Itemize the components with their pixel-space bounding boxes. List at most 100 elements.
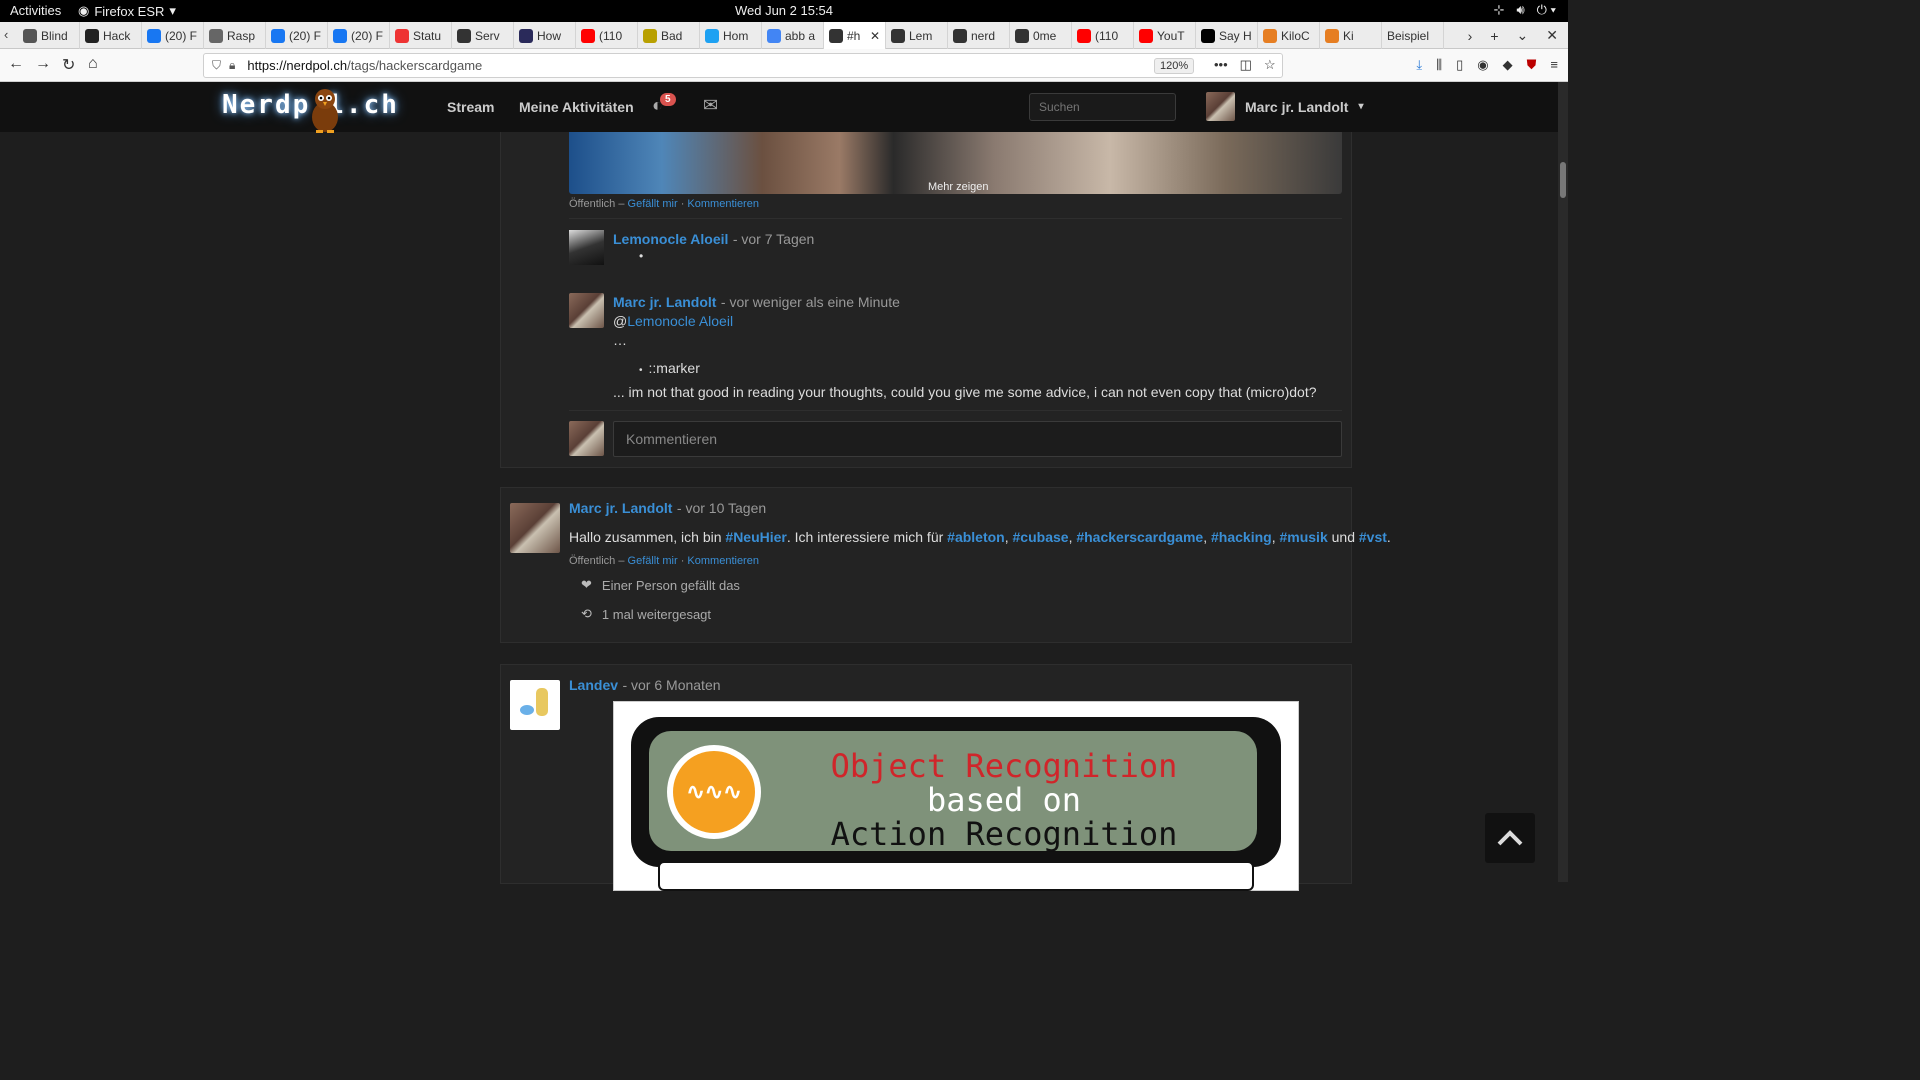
shield-icon[interactable]: ⛉ (212, 58, 221, 73)
home-icon[interactable]: ⌂ (88, 55, 98, 73)
comment-time[interactable]: - vor 7 Tagen (733, 231, 814, 247)
bookmark-star-icon[interactable]: ☆ (1264, 57, 1276, 73)
close-tab-icon[interactable]: ✕ (870, 29, 880, 43)
nav-stream[interactable]: Stream (447, 99, 494, 115)
tab-scroll-left-icon[interactable]: ‹ (4, 27, 8, 42)
zoom-level[interactable]: 120% (1154, 58, 1195, 74)
url-path: /tags/hackerscardgame (347, 58, 483, 73)
browser-tab[interactable]: nerd (948, 22, 1010, 49)
chevron-up-icon (1497, 830, 1523, 846)
tab-label: Serv (475, 28, 500, 43)
comment-link[interactable]: Kommentieren (687, 555, 759, 567)
browser-tab[interactable]: Say H (1196, 22, 1258, 49)
app-name: Firefox ESR (94, 3, 165, 19)
hashtag-link[interactable]: #hackerscardgame (1076, 529, 1203, 545)
show-more-link[interactable]: Mehr zeigen (928, 181, 989, 193)
browser-tab[interactable]: KiloC (1258, 22, 1320, 49)
user-menu[interactable]: Marc jr. Landolt ▾ (1206, 92, 1364, 121)
post-author[interactable]: Landev (569, 677, 618, 693)
browser-tab[interactable]: (110 (1072, 22, 1134, 49)
url-text[interactable]: https://nerdpol.ch/tags/hackerscardgame (247, 58, 482, 73)
post-author[interactable]: Marc jr. Landolt (569, 500, 672, 516)
stream-post: Landev - vor 6 Monaten ∿∿∿ Object Recogn… (500, 664, 1352, 891)
commenter-avatar[interactable] (569, 230, 604, 265)
mail-icon[interactable]: ✉ (703, 95, 718, 116)
comment-input[interactable]: Kommentieren (613, 421, 1342, 457)
browser-tab[interactable]: (20) F (266, 22, 328, 49)
globe-icon (519, 28, 533, 43)
hashtag-link[interactable]: #NeuHier (725, 529, 786, 545)
post-time[interactable]: - vor 6 Monaten (622, 677, 720, 693)
nav-my-activity[interactable]: Meine Aktivitäten (519, 99, 634, 115)
browser-tab[interactable]: How (514, 22, 576, 49)
url-bar[interactable]: ⛉ 🔒︎ https://nerdpol.ch/tags/hackerscard… (203, 53, 1283, 78)
post-image[interactable]: ∿∿∿ Object Recognition based on Action R… (613, 701, 1299, 891)
author-avatar[interactable] (510, 680, 560, 730)
commenter-avatar[interactable] (569, 293, 604, 328)
scroll-thumb[interactable] (1560, 162, 1566, 198)
browser-tab[interactable]: (20) F (142, 22, 204, 49)
ublock-icon[interactable]: ⛊ (1527, 57, 1537, 73)
browser-tab[interactable]: Hom (700, 22, 762, 49)
app-menu[interactable]: ◉ Firefox ESR ▾ (78, 3, 176, 19)
comment-time[interactable]: - vor weniger als eine Minute (721, 294, 900, 310)
author-avatar[interactable] (510, 503, 560, 553)
back-icon[interactable]: ← (8, 55, 24, 73)
browser-tab[interactable]: (110 (576, 22, 638, 49)
clock[interactable]: Wed Jun 2 15:54 (735, 3, 833, 18)
likes-summary[interactable]: ❤ Einer Person gefällt das (581, 577, 740, 593)
pocket-icon[interactable]: ◫ (1240, 57, 1252, 73)
lock-icon[interactable]: 🔒︎ (229, 58, 235, 73)
new-tab-icon[interactable]: + (1490, 28, 1498, 44)
downloads-icon[interactable]: ⤓ (1416, 57, 1422, 73)
comment-author[interactable]: Marc jr. Landolt (613, 294, 716, 310)
browser-tab[interactable]: Statu (390, 22, 452, 49)
hashtag-link[interactable]: #ableton (947, 529, 1005, 545)
like-link[interactable]: Gefällt mir (628, 198, 678, 210)
activities-button[interactable]: Activities (10, 3, 61, 18)
browser-tab[interactable]: Serv (452, 22, 514, 49)
extension-icon[interactable]: ◆ (1503, 57, 1513, 73)
library-icon[interactable]: ⫼ (1436, 57, 1442, 73)
browser-tab[interactable]: Bad (638, 22, 700, 49)
close-window-icon[interactable]: ✕ (1546, 27, 1558, 44)
browser-tab[interactable]: abb a (762, 22, 824, 49)
browser-tab[interactable]: 0me (1010, 22, 1072, 49)
tab-scroll-right-icon[interactable]: › (1468, 28, 1473, 44)
browser-tab[interactable]: Hack (80, 22, 142, 49)
warning-icon (457, 28, 471, 43)
browser-tab[interactable]: YouT (1134, 22, 1196, 49)
post-time[interactable]: - vor 10 Tagen (677, 500, 766, 516)
hashtag-link[interactable]: #vst (1359, 529, 1387, 545)
hamburger-menu-icon[interactable]: ≡ (1550, 57, 1558, 73)
browser-tab[interactable]: Rasp (204, 22, 266, 49)
reload-icon[interactable]: ↻ (62, 55, 75, 75)
reshares-summary[interactable]: ⟲ 1 mal weitergesagt (581, 606, 711, 622)
tab-list-icon[interactable]: ⌄ (1517, 27, 1529, 44)
account-icon[interactable]: ◉ (1477, 57, 1488, 73)
page-actions-icon[interactable]: ••• (1214, 57, 1228, 73)
search-input[interactable] (1029, 93, 1176, 121)
browser-tab[interactable]: Beispiel (1382, 22, 1444, 49)
browser-tab[interactable]: Blind (18, 22, 80, 49)
browser-tab[interactable]: (20) F (328, 22, 390, 49)
comment-ellipsis: … (613, 332, 627, 348)
page-scrollbar[interactable] (1558, 82, 1568, 882)
mention-link[interactable]: Lemonocle Aloeil (627, 313, 733, 329)
forward-icon[interactable]: → (35, 55, 51, 73)
browser-tab[interactable]: #h ✕ (824, 22, 886, 49)
comment-author[interactable]: Lemonocle Aloeil (613, 231, 728, 247)
tab-label: How (537, 28, 562, 43)
comment-link[interactable]: Kommentieren (687, 198, 759, 210)
back-to-top-button[interactable] (1485, 813, 1535, 863)
hashtag-link[interactable]: #cubase (1013, 529, 1069, 545)
system-tray[interactable]: ⊹ 🔊︎ ⏻ ▾ (1494, 2, 1556, 18)
sidebar-icon[interactable]: ▯ (1456, 57, 1463, 73)
browser-tab[interactable]: Lem (886, 22, 948, 49)
hashtag-link[interactable]: #hacking (1211, 529, 1272, 545)
tab-label: nerd (971, 28, 996, 43)
post-header: Marc jr. Landolt - vor 10 Tagen (569, 500, 766, 518)
like-link[interactable]: Gefällt mir (628, 555, 678, 567)
browser-tab[interactable]: Ki (1320, 22, 1382, 49)
hashtag-link[interactable]: #musik (1279, 529, 1327, 545)
